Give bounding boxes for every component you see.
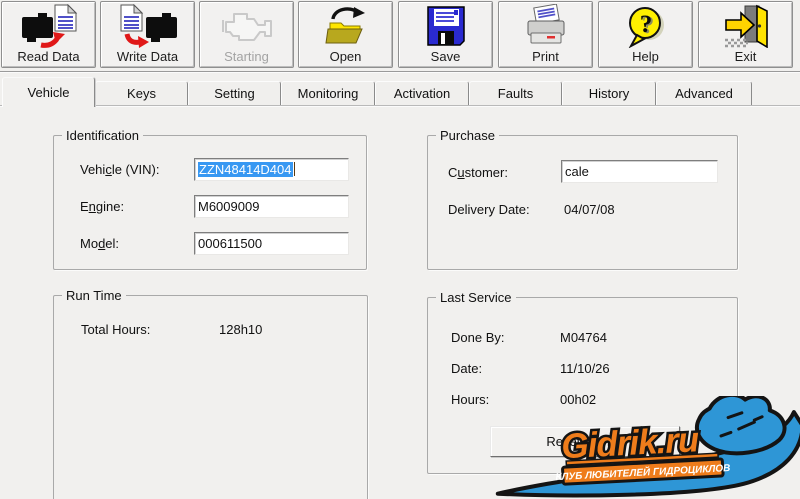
read-data-icon: [2, 2, 95, 49]
run-time-group: Run Time Total Hours: 128h10: [53, 295, 368, 499]
model-input[interactable]: [194, 232, 349, 255]
last-service-group-title: Last Service: [436, 290, 516, 305]
last-service-group: Last Service Done By: M04764 Date: 11/10…: [427, 297, 738, 474]
tab-pane-border: [0, 105, 800, 107]
open-folder-icon: [299, 2, 392, 49]
exit-button[interactable]: Exit: [698, 1, 793, 68]
tab-advanced[interactable]: Advanced: [656, 81, 752, 105]
vin-selected-text: ZZN48414D404: [198, 162, 293, 177]
toolbar-button-label: Starting: [224, 49, 269, 64]
help-balloon-icon: ? ?: [599, 2, 692, 49]
customer-label: Customer:: [448, 165, 508, 181]
delivery-date-value: 04/07/08: [564, 202, 615, 218]
engine-input[interactable]: [194, 195, 349, 218]
write-data-button[interactable]: Write Data: [100, 1, 195, 68]
reset-service-button[interactable]: Reset Service: [490, 426, 680, 457]
toolbar-button-label: Exit: [735, 49, 757, 64]
vin-input[interactable]: ZZN48414D404: [194, 158, 349, 181]
toolbar-button-label: Save: [431, 49, 461, 64]
service-hours-label: Hours:: [451, 392, 489, 408]
tab-vehicle[interactable]: Vehicle: [2, 77, 95, 107]
tab-activation[interactable]: Activation: [375, 81, 469, 105]
run-time-group-title: Run Time: [62, 288, 126, 303]
tab-faults[interactable]: Faults: [469, 81, 562, 105]
purchase-group: Purchase Customer: Delivery Date: 04/07/…: [427, 135, 738, 270]
write-data-icon: [101, 2, 194, 49]
toolbar-button-label: Read Data: [17, 49, 79, 64]
identification-group: Identification Vehicle (VIN): ZZN48414D4…: [53, 135, 367, 270]
exit-door-icon: [699, 2, 792, 49]
printer-icon: [499, 2, 592, 49]
print-button[interactable]: Print: [498, 1, 593, 68]
customer-input[interactable]: [561, 160, 718, 183]
model-label: Model:: [80, 236, 119, 252]
purchase-group-title: Purchase: [436, 128, 499, 143]
tab-monitoring[interactable]: Monitoring: [281, 81, 375, 105]
toolbar-button-label: Write Data: [117, 49, 178, 64]
buds-vehicle-window: Read Data: [0, 0, 800, 499]
toolbar-divider: [0, 71, 800, 73]
tab-history[interactable]: History: [562, 81, 656, 105]
open-button[interactable]: Open: [298, 1, 393, 68]
text-caret: [294, 162, 295, 176]
done-by-label: Done By:: [451, 330, 504, 346]
help-button[interactable]: ? ? Help: [598, 1, 693, 68]
tab-setting[interactable]: Setting: [188, 81, 281, 105]
service-hours-value: 00h02: [560, 392, 596, 408]
svg-text:?: ?: [639, 11, 652, 38]
vin-label: Vehicle (VIN):: [80, 162, 159, 178]
toolbar-button-label: Help: [632, 49, 659, 64]
engine-icon: [200, 2, 293, 49]
service-date-label: Date:: [451, 361, 482, 377]
total-hours-value: 128h10: [219, 322, 262, 338]
save-button[interactable]: Save: [398, 1, 493, 68]
toolbar-button-label: Open: [330, 49, 362, 64]
identification-group-title: Identification: [62, 128, 143, 143]
engine-label: Engine:: [80, 199, 124, 215]
save-floppy-icon: [399, 2, 492, 49]
service-date-value: 11/10/26: [560, 361, 610, 377]
starting-button: Starting: [199, 1, 294, 68]
read-data-button[interactable]: Read Data: [1, 1, 96, 68]
toolbar-button-label: Print: [532, 49, 559, 64]
done-by-value: M04764: [560, 330, 607, 346]
delivery-date-label: Delivery Date:: [448, 202, 530, 218]
total-hours-label: Total Hours:: [81, 322, 150, 338]
tab-keys[interactable]: Keys: [95, 81, 188, 105]
